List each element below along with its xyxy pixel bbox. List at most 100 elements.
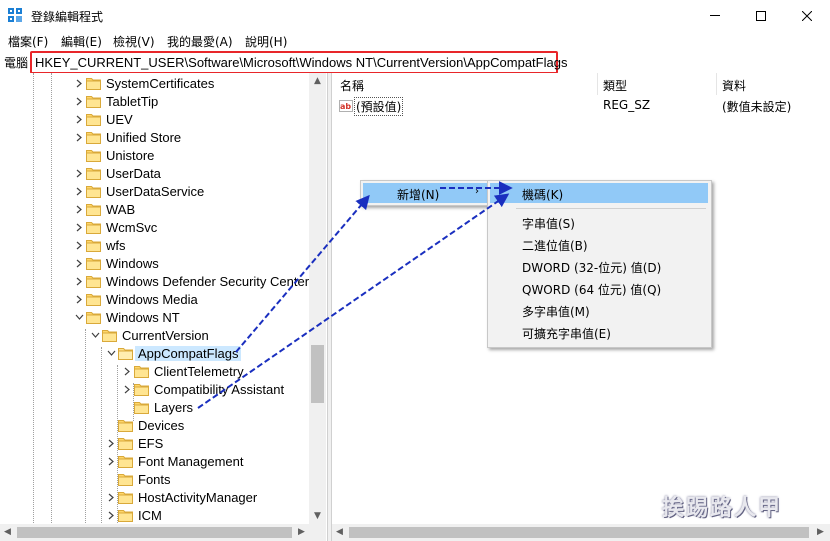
minimize-button[interactable]	[692, 0, 738, 31]
submenu-item-key[interactable]: 機碼(K)	[522, 186, 563, 203]
tree-item[interactable]: Fonts	[104, 470, 171, 488]
tree-item[interactable]: ICM	[104, 506, 162, 524]
folder-icon	[86, 239, 101, 252]
folder-icon	[86, 203, 101, 216]
collapse-chevron-icon[interactable]	[88, 326, 102, 344]
tree-item[interactable]: Devices	[104, 416, 184, 434]
menu-item-new[interactable]: 新增(N) ›	[363, 183, 487, 203]
expand-chevron-icon[interactable]	[104, 452, 118, 470]
new-submenu: 機碼(K) 字串值(S) 二進位值(B) DWORD (32-位元) 值(D) …	[487, 180, 712, 348]
menu-edit[interactable]: 編輯(E)	[61, 33, 102, 50]
tree-item[interactable]: Unistore	[72, 146, 154, 164]
folder-icon	[86, 77, 101, 90]
column-divider[interactable]	[597, 73, 598, 95]
menu-favorites[interactable]: 我的最愛(A)	[167, 33, 233, 50]
tree-item[interactable]: ClientTelemetry	[120, 362, 244, 380]
folder-icon	[86, 113, 101, 126]
column-divider[interactable]	[716, 73, 717, 95]
tree-item[interactable]: HostActivityManager	[104, 488, 257, 506]
close-button[interactable]	[784, 0, 830, 31]
submenu-item-expandable-string[interactable]: 可擴充字串值(E)	[522, 325, 611, 342]
expand-chevron-icon[interactable]	[72, 74, 86, 92]
folder-icon	[134, 365, 149, 378]
tree-item-label: Windows Media	[106, 291, 198, 307]
tree-item[interactable]: Windows NT	[72, 308, 180, 326]
tree-item-label: WcmSvc	[106, 219, 158, 235]
column-data-header[interactable]: 資料	[722, 77, 746, 94]
submenu-item-binary[interactable]: 二進位值(B)	[522, 237, 588, 254]
expand-chevron-icon[interactable]	[72, 236, 86, 254]
expand-chevron-icon[interactable]	[72, 164, 86, 182]
collapse-chevron-icon[interactable]	[104, 344, 118, 362]
scroll-up-icon[interactable]: ▲	[314, 76, 321, 86]
expand-chevron-icon[interactable]	[120, 380, 134, 398]
expand-chevron-icon[interactable]	[72, 182, 86, 200]
tree-item[interactable]: CurrentVersion	[88, 326, 209, 344]
tree-guide-line	[101, 347, 102, 541]
tree-item[interactable]: WAB	[72, 200, 135, 218]
scroll-right-icon[interactable]: ▶	[298, 527, 305, 537]
tree-item[interactable]: Unified Store	[72, 128, 181, 146]
collapse-chevron-icon[interactable]	[72, 308, 86, 326]
tree-item[interactable]: WcmSvc	[72, 218, 157, 236]
tree-item[interactable]: wfs	[72, 236, 126, 254]
folder-icon	[86, 275, 101, 288]
expand-chevron-icon[interactable]	[72, 200, 86, 218]
expand-chevron-icon[interactable]	[120, 362, 134, 380]
menu-file[interactable]: 檔案(F)	[8, 33, 48, 50]
tree-item-label: TabletTip	[106, 93, 159, 109]
tree-item[interactable]: TabletTip	[72, 92, 158, 110]
submenu-item-multi-string[interactable]: 多字串值(M)	[522, 303, 590, 320]
tree-item[interactable]: SystemCertificates	[72, 74, 214, 92]
folder-icon	[118, 491, 133, 504]
expand-chevron-icon[interactable]	[72, 254, 86, 272]
tree-horizontal-scrollbar[interactable]: ◀ ▶	[0, 524, 326, 541]
expand-chevron-icon[interactable]	[104, 488, 118, 506]
tree-item-label: SystemCertificates	[106, 75, 215, 91]
tree-item[interactable]: AppCompatFlags	[104, 344, 242, 362]
tree-hscroll-thumb[interactable]	[17, 527, 292, 538]
expand-chevron-icon[interactable]	[104, 506, 118, 524]
value-type: REG_SZ	[603, 98, 651, 112]
expand-chevron-icon[interactable]	[72, 110, 86, 128]
expand-chevron-icon[interactable]	[72, 290, 86, 308]
scroll-down-icon[interactable]: ▼	[314, 511, 321, 521]
tree-item[interactable]: Windows Defender Security Center	[72, 272, 309, 290]
tree-item[interactable]: Font Management	[104, 452, 244, 470]
menu-help[interactable]: 說明(H)	[245, 33, 287, 50]
tree-item[interactable]: Windows Media	[72, 290, 198, 308]
tree-vertical-scrollbar[interactable]: ▲ ▼	[309, 73, 326, 524]
tree-item[interactable]: UEV	[72, 110, 133, 128]
menu-view[interactable]: 檢視(V)	[113, 33, 155, 50]
scroll-left-icon[interactable]: ◀	[4, 527, 11, 537]
submenu-arrow-icon: ›	[475, 186, 479, 197]
scroll-left-icon[interactable]: ◀	[336, 527, 343, 537]
submenu-item-string[interactable]: 字串值(S)	[522, 215, 575, 232]
expand-chevron-icon[interactable]	[72, 128, 86, 146]
submenu-item-dword[interactable]: DWORD (32-位元) 值(D)	[522, 259, 661, 276]
expand-chevron-icon[interactable]	[104, 434, 118, 452]
tree-scroll-thumb[interactable]	[311, 345, 324, 403]
address-path-field[interactable]: HKEY_CURRENT_USER\Software\Microsoft\Win…	[30, 51, 567, 74]
folder-icon	[102, 329, 117, 342]
expand-chevron-icon[interactable]	[72, 92, 86, 110]
maximize-button[interactable]	[738, 0, 784, 31]
list-hscroll-thumb[interactable]	[349, 527, 809, 538]
column-type-header[interactable]: 類型	[603, 77, 627, 94]
tree-item[interactable]: Compatibility Assistant	[120, 380, 284, 398]
tree-item[interactable]: Windows	[72, 254, 159, 272]
tree-item[interactable]: EFS	[104, 434, 163, 452]
expand-chevron-icon[interactable]	[72, 218, 86, 236]
tree-item-label: Windows Defender Security Center	[106, 273, 310, 289]
tree-item[interactable]: UserDataService	[72, 182, 204, 200]
scroll-right-icon[interactable]: ▶	[817, 527, 824, 537]
column-name-header[interactable]: 名稱	[340, 77, 364, 94]
tree-item[interactable]: UserData	[72, 164, 161, 182]
tree-item[interactable]: Layers	[120, 398, 193, 416]
submenu-item-qword[interactable]: QWORD (64 位元) 值(Q)	[522, 281, 661, 298]
list-horizontal-scrollbar[interactable]: ◀ ▶	[332, 524, 830, 541]
expand-chevron-icon[interactable]	[72, 272, 86, 290]
tree-item-label: Fonts	[138, 471, 171, 487]
